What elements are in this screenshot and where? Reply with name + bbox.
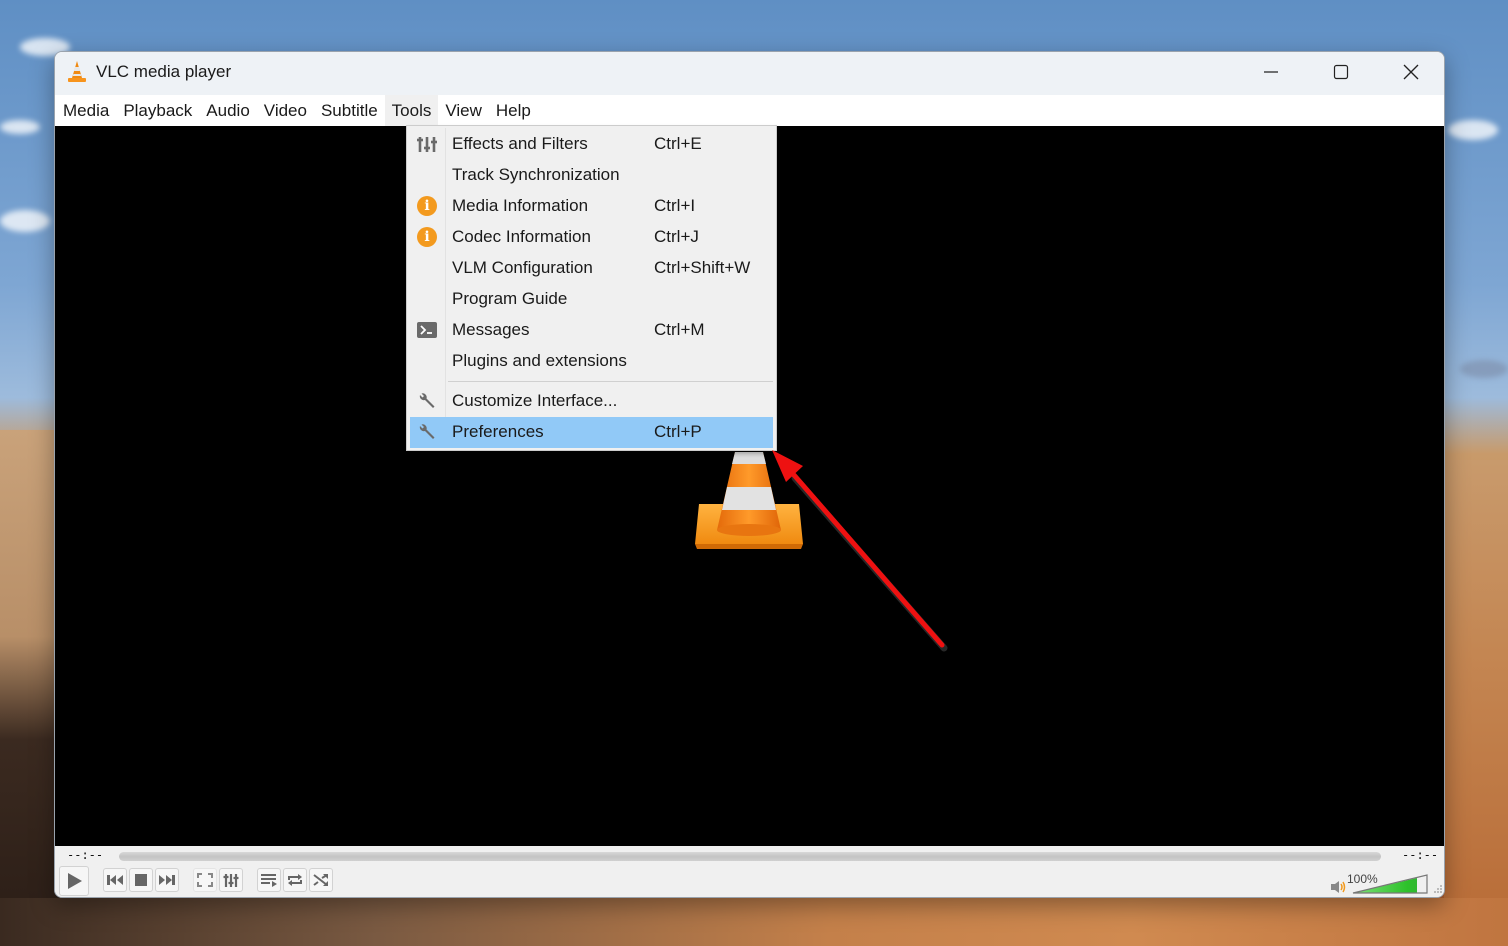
menu-item-label: Track Synchronization bbox=[452, 165, 620, 184]
cloud bbox=[1460, 360, 1508, 378]
menu-item-messages[interactable]: Messages Ctrl+M bbox=[410, 315, 773, 346]
loop-button[interactable] bbox=[283, 868, 307, 892]
volume-slider[interactable] bbox=[1351, 874, 1429, 894]
maximize-icon bbox=[1333, 64, 1349, 80]
menu-item-effects-and-filters[interactable]: Effects and Filters Ctrl+E bbox=[410, 129, 773, 160]
dune-bottom bbox=[0, 898, 1508, 946]
close-icon bbox=[1403, 64, 1419, 80]
window-title: VLC media player bbox=[96, 62, 232, 81]
equalizer-icon bbox=[417, 134, 437, 154]
playlist-button[interactable] bbox=[257, 868, 281, 892]
cloud bbox=[0, 120, 40, 134]
menu-item-shortcut: Ctrl+Shift+W bbox=[654, 258, 751, 277]
playlist-icon bbox=[261, 874, 277, 887]
cloud bbox=[1448, 120, 1498, 140]
wrench-icon bbox=[417, 391, 437, 411]
menu-item-shortcut: Ctrl+J bbox=[654, 227, 699, 246]
menu-item-preferences[interactable]: Preferences Ctrl+P bbox=[410, 417, 773, 448]
tools-dropdown-menu: Effects and Filters Ctrl+E Track Synchro… bbox=[406, 125, 777, 451]
menu-bar: Media Playback Audio Video Subtitle Tool… bbox=[55, 95, 1444, 126]
play-icon bbox=[68, 873, 82, 889]
dune-right bbox=[1444, 460, 1508, 946]
fullscreen-button[interactable] bbox=[193, 868, 217, 892]
menu-item-shortcut: Ctrl+P bbox=[654, 422, 702, 441]
speaker-icon[interactable] bbox=[1331, 880, 1347, 894]
menu-video[interactable]: Video bbox=[257, 95, 314, 126]
minimize-button[interactable] bbox=[1236, 52, 1306, 92]
extended-settings-button[interactable] bbox=[219, 868, 243, 892]
info-icon: i bbox=[417, 227, 437, 247]
menu-item-label: Plugins and extensions bbox=[452, 351, 627, 370]
previous-icon bbox=[107, 875, 123, 885]
vlc-cone-logo bbox=[695, 452, 803, 549]
menu-help[interactable]: Help bbox=[489, 95, 538, 126]
menu-item-label: Media Information bbox=[452, 196, 589, 215]
title-bar[interactable]: VLC media player bbox=[55, 52, 1444, 95]
menu-item-label: Program Guide bbox=[452, 289, 568, 308]
menu-item-codec-information[interactable]: i Codec Information Ctrl+J bbox=[410, 222, 773, 253]
menu-tools[interactable]: Tools bbox=[384, 95, 439, 126]
menu-item-customize-interface[interactable]: Customize Interface... bbox=[410, 386, 773, 417]
menu-item-label: Customize Interface... bbox=[452, 391, 618, 410]
equalizer-icon bbox=[223, 874, 239, 887]
menu-item-shortcut: Ctrl+M bbox=[654, 320, 705, 339]
menu-item-plugins-and-extensions[interactable]: Plugins and extensions bbox=[410, 346, 773, 377]
menu-item-track-synchronization[interactable]: Track Synchronization bbox=[410, 160, 773, 191]
remaining-time: --:-- bbox=[1402, 848, 1439, 862]
menu-media[interactable]: Media bbox=[56, 95, 116, 126]
resize-grip-icon[interactable] bbox=[1433, 884, 1443, 894]
terminal-icon bbox=[417, 320, 437, 340]
playback-controls: --:-- --:-- 100% bbox=[55, 846, 1444, 897]
maximize-button[interactable] bbox=[1306, 52, 1376, 92]
cloud bbox=[0, 210, 50, 232]
elapsed-time: --:-- bbox=[67, 848, 104, 862]
menu-item-label: VLM Configuration bbox=[452, 258, 593, 277]
next-button[interactable] bbox=[155, 868, 179, 892]
menu-audio[interactable]: Audio bbox=[199, 95, 256, 126]
dune-left bbox=[0, 430, 60, 946]
stop-icon bbox=[135, 874, 147, 886]
next-icon bbox=[159, 875, 175, 885]
menu-item-shortcut: Ctrl+E bbox=[654, 134, 702, 153]
minimize-icon bbox=[1264, 71, 1278, 73]
menu-item-vlm-configuration[interactable]: VLM Configuration Ctrl+Shift+W bbox=[410, 253, 773, 284]
stop-button[interactable] bbox=[129, 868, 153, 892]
fullscreen-icon bbox=[197, 873, 213, 887]
menu-item-media-information[interactable]: i Media Information Ctrl+I bbox=[410, 191, 773, 222]
previous-button[interactable] bbox=[103, 868, 127, 892]
wrench-icon bbox=[417, 422, 437, 442]
menu-separator bbox=[448, 381, 773, 382]
seek-slider[interactable] bbox=[119, 852, 1381, 861]
vlc-cone-icon bbox=[68, 61, 86, 82]
menu-item-label: Effects and Filters bbox=[452, 134, 588, 153]
menu-item-label: Preferences bbox=[452, 422, 544, 441]
menu-view[interactable]: View bbox=[438, 95, 489, 126]
play-button[interactable] bbox=[59, 866, 89, 896]
close-button[interactable] bbox=[1376, 52, 1444, 92]
menu-item-shortcut: Ctrl+I bbox=[654, 196, 696, 215]
shuffle-button[interactable] bbox=[309, 868, 333, 892]
menu-subtitle[interactable]: Subtitle bbox=[314, 95, 385, 126]
menu-item-program-guide[interactable]: Program Guide bbox=[410, 284, 773, 315]
menu-item-label: Codec Information bbox=[452, 227, 591, 246]
menu-item-label: Messages bbox=[452, 320, 530, 339]
menu-playback[interactable]: Playback bbox=[116, 95, 199, 126]
info-icon: i bbox=[417, 196, 437, 216]
loop-icon bbox=[288, 874, 302, 886]
shuffle-icon bbox=[313, 874, 328, 886]
